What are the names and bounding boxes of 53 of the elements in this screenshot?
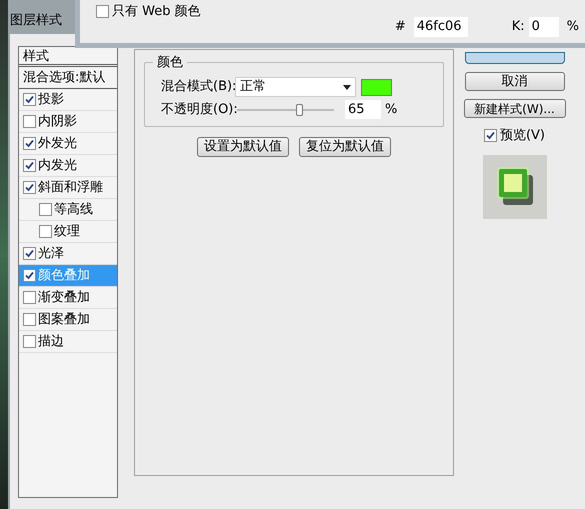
check-icon <box>25 161 34 170</box>
checkbox[interactable] <box>23 291 36 304</box>
k-label: K: <box>512 18 525 36</box>
opacity-field[interactable]: 65 <box>345 100 381 120</box>
blend-options-item[interactable]: 混合选项:默认 <box>19 67 117 89</box>
style-item[interactable]: 图案叠加 <box>19 309 117 331</box>
default-button[interactable]: 复位为默认值 <box>299 136 391 156</box>
new-style-button[interactable]: 新建样式(W)... <box>464 99 566 118</box>
check-icon <box>486 131 495 140</box>
checkbox[interactable] <box>23 247 36 260</box>
checkbox[interactable] <box>23 115 36 128</box>
default-button[interactable]: 设置为默认值 <box>197 136 289 156</box>
checkbox[interactable] <box>39 225 52 238</box>
check-icon <box>25 183 34 192</box>
check-icon <box>25 95 34 104</box>
opacity-slider[interactable] <box>237 102 334 117</box>
check-icon <box>25 139 34 148</box>
web-only-label: 只有 Web 颜色 <box>112 2 201 20</box>
hex-label: # <box>394 18 406 36</box>
checkbox[interactable] <box>23 181 36 194</box>
blend-mode-label: 混合模式(B): <box>161 78 233 96</box>
style-item[interactable]: 投影 <box>19 89 117 111</box>
style-item[interactable]: 外发光 <box>19 133 117 155</box>
color-swatch[interactable] <box>361 78 392 96</box>
checkbox[interactable] <box>39 203 52 216</box>
checkbox[interactable] <box>484 129 497 142</box>
cancel-button[interactable]: 取消 <box>464 72 564 91</box>
style-item[interactable]: 纹理 <box>19 221 117 243</box>
style-item[interactable]: 渐变叠加 <box>19 287 117 309</box>
preview-label: 预览(V) <box>500 127 546 145</box>
checkbox[interactable] <box>96 4 109 18</box>
blend-mode-dropdown[interactable]: 正常 <box>235 77 356 97</box>
check-icon <box>25 271 34 280</box>
checkbox[interactable] <box>23 335 36 348</box>
checkbox[interactable] <box>23 269 36 282</box>
k-field[interactable]: 0 <box>528 17 559 37</box>
percent-label: % <box>385 101 398 119</box>
style-item[interactable]: 内发光 <box>19 155 117 177</box>
style-item[interactable]: 等高线 <box>19 199 117 221</box>
checkbox[interactable] <box>23 313 36 326</box>
checkbox[interactable] <box>23 93 36 106</box>
style-item[interactable]: 斜面和浮雕 <box>19 177 117 199</box>
slider-thumb[interactable] <box>296 104 304 116</box>
caret-icon <box>343 84 351 90</box>
checkbox[interactable] <box>23 137 36 150</box>
style-item[interactable]: 内阴影 <box>19 111 117 133</box>
checkbox[interactable] <box>23 159 36 172</box>
percent-label: % <box>566 18 579 36</box>
hex-field[interactable]: 46fc06 <box>414 17 468 37</box>
style-item[interactable]: 描边 <box>19 331 117 353</box>
window-title: 图层样式 <box>10 13 62 28</box>
check-icon <box>25 249 34 258</box>
ok-button[interactable] <box>464 52 564 64</box>
